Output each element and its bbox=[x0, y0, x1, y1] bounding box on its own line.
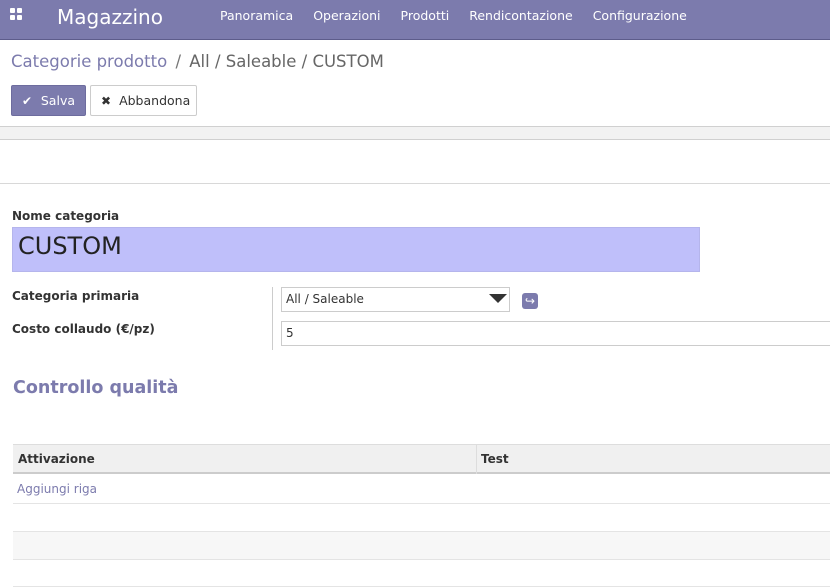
caret-down-icon bbox=[489, 294, 507, 303]
main-menu: Panoramica Operazioni Prodotti Rendicont… bbox=[210, 0, 697, 34]
top-navbar: Magazzino Panoramica Operazioni Prodotti… bbox=[0, 0, 830, 40]
discard-button[interactable]: ✖ Abbandona bbox=[90, 85, 197, 116]
table-row-divider bbox=[13, 586, 830, 587]
column-header-activation[interactable]: Attivazione bbox=[18, 452, 95, 466]
table-row bbox=[13, 531, 830, 559]
app-title[interactable]: Magazzino bbox=[57, 5, 163, 29]
apps-grid-icon[interactable] bbox=[10, 8, 24, 22]
label-divider bbox=[272, 287, 273, 350]
external-link-icon[interactable]: ↪ bbox=[522, 293, 538, 309]
menu-item-operazioni[interactable]: Operazioni bbox=[303, 0, 390, 34]
check-icon: ✔ bbox=[22, 93, 33, 108]
breadcrumb-link-categories[interactable]: Categorie prodotto bbox=[11, 52, 167, 71]
table-row-divider bbox=[13, 559, 830, 560]
times-icon: ✖ bbox=[101, 93, 112, 108]
save-button[interactable]: ✔ Salva bbox=[11, 85, 86, 116]
breadcrumb: Categorie prodotto / All / Saleable / CU… bbox=[11, 52, 384, 71]
header-column-divider bbox=[476, 444, 477, 474]
quality-table-header: Attivazione Test bbox=[13, 444, 830, 474]
add-line-link[interactable]: Aggiungi riga bbox=[17, 482, 97, 496]
menu-item-prodotti[interactable]: Prodotti bbox=[391, 0, 460, 34]
breadcrumb-current: All / Saleable / CUSTOM bbox=[189, 52, 384, 71]
control-panel-divider bbox=[0, 126, 830, 140]
parent-category-select[interactable]: All / Saleable bbox=[281, 287, 510, 312]
sheet-top-border bbox=[0, 183, 830, 184]
category-name-input[interactable]: CUSTOM bbox=[12, 227, 700, 272]
quality-control-title: Controllo qualità bbox=[13, 378, 179, 398]
test-cost-input[interactable]: 5 bbox=[281, 321, 830, 346]
breadcrumb-separator: / bbox=[175, 52, 181, 71]
discard-button-label: Abbandona bbox=[119, 93, 191, 108]
table-row-divider bbox=[13, 503, 830, 504]
parent-category-label: Categoria primaria bbox=[12, 289, 140, 303]
test-cost-label: Costo collaudo (€/pz) bbox=[12, 322, 155, 336]
menu-item-configurazione[interactable]: Configurazione bbox=[583, 0, 697, 34]
menu-item-panoramica[interactable]: Panoramica bbox=[210, 0, 303, 34]
menu-item-rendicontazione[interactable]: Rendicontazione bbox=[459, 0, 582, 34]
parent-category-value: All / Saleable bbox=[286, 292, 364, 306]
category-name-label: Nome categoria bbox=[12, 209, 120, 223]
column-header-test[interactable]: Test bbox=[481, 452, 509, 466]
table-row-divider bbox=[13, 531, 830, 532]
save-button-label: Salva bbox=[40, 93, 75, 108]
